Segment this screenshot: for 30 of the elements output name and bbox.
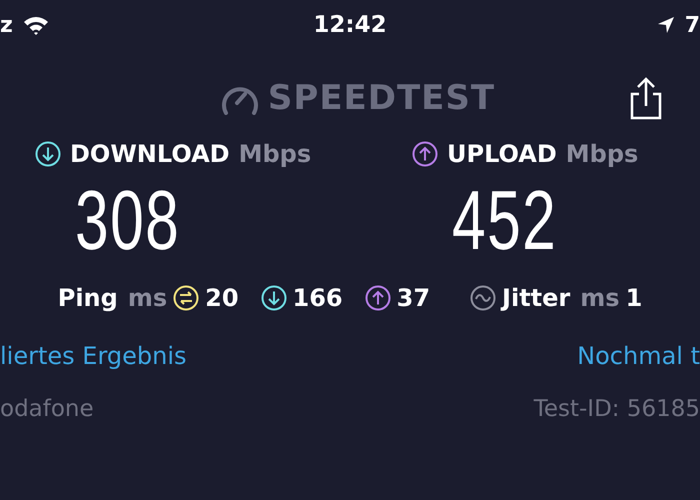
speed-value: 308	[75, 172, 182, 269]
result-label: UPLOAD	[447, 140, 557, 168]
wifi-icon	[22, 15, 49, 35]
unit-label: Mbps	[566, 140, 638, 168]
clock-time: 12:42	[313, 12, 387, 38]
battery-text: 7	[684, 12, 700, 38]
app-logo-text: SPEEDTEST	[268, 78, 496, 118]
retest-link[interactable]: Nochmal t	[577, 342, 700, 370]
test-id-text: Test-ID: 56185	[534, 396, 700, 422]
location-arrow-icon	[656, 16, 675, 34]
stat-value: 1	[626, 284, 642, 312]
result-label: DOWNLOAD	[70, 140, 230, 168]
upload-icon	[412, 141, 438, 167]
jitter-label: Jitter	[502, 284, 570, 312]
ping-label: Ping	[58, 284, 118, 312]
ping-icon	[173, 285, 200, 311]
carrier-text: z	[0, 12, 13, 38]
jitter-icon	[470, 285, 496, 311]
stat-value: 20	[205, 284, 239, 312]
unit-label: ms	[128, 284, 168, 312]
speed-value: 452	[452, 172, 558, 269]
result-link[interactable]: liertes Ergebnis	[0, 342, 187, 370]
unit-label: ms	[580, 284, 620, 312]
stat-value: 37	[396, 284, 430, 312]
unit-label: Mbps	[238, 140, 312, 168]
provider-text: odafone	[0, 396, 94, 422]
upload-icon	[364, 285, 391, 311]
stat-value: 166	[292, 284, 343, 312]
download-icon	[260, 285, 287, 311]
download-icon	[35, 141, 61, 167]
